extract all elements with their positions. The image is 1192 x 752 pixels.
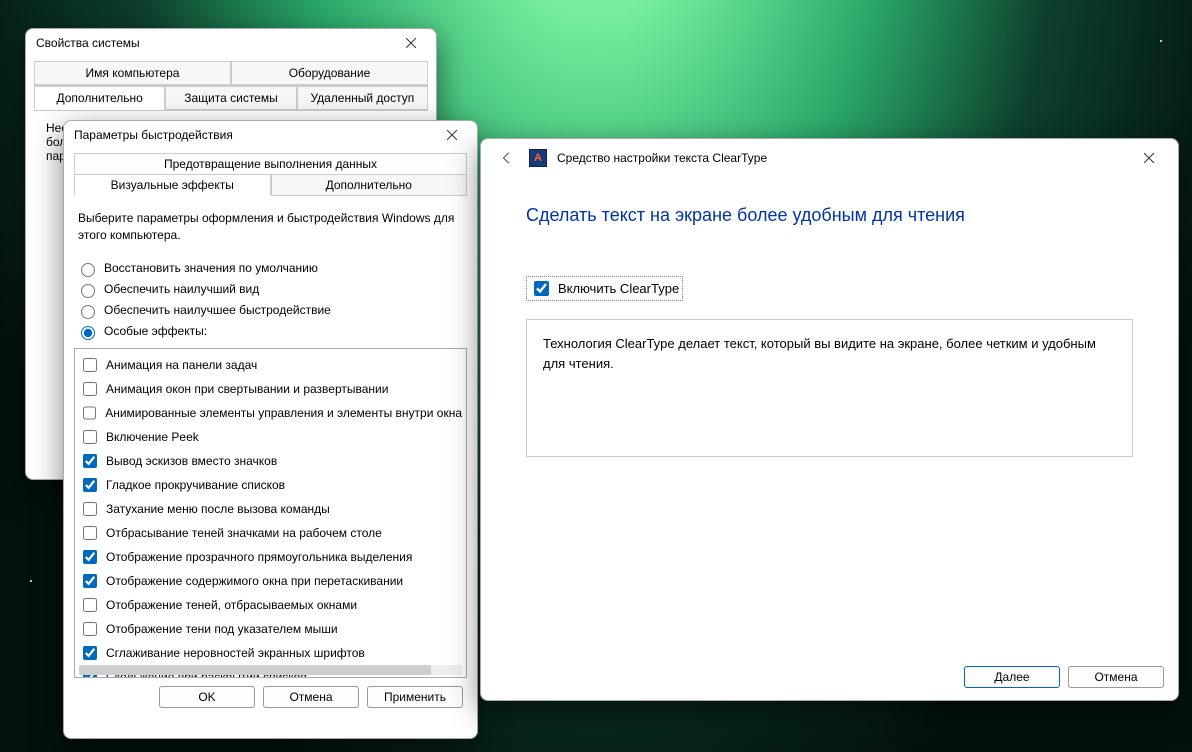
cancel-button[interactable]: Отмена — [1068, 666, 1164, 688]
cleartype-window: A Средство настройки текста ClearType Сд… — [480, 138, 1179, 701]
performance-options-title: Параметры быстродействия — [74, 128, 437, 142]
effect-item[interactable]: Затухание меню после вызова команды — [77, 497, 464, 521]
effect-item[interactable]: Отображение теней, отбрасываемых окнами — [77, 593, 464, 617]
radio-restore-defaults[interactable]: Восстановить значения по умолчанию — [74, 258, 467, 279]
desktop: Свойства системы Имя компьютера Оборудов… — [0, 0, 1192, 752]
back-button[interactable] — [495, 146, 519, 170]
next-button[interactable]: Далее — [964, 666, 1060, 688]
perf-description: Выберите параметры оформления и быстроде… — [78, 210, 463, 244]
radio-best-appearance[interactable]: Обеспечить наилучший вид — [74, 279, 467, 300]
radio-best-performance[interactable]: Обеспечить наилучшее быстродействие — [74, 300, 467, 321]
effect-label: Анимация на панели задач — [106, 358, 257, 372]
back-arrow-icon — [500, 151, 514, 165]
close-button[interactable] — [1134, 146, 1164, 170]
effect-label: Анимация окон при свертывании и разверты… — [106, 382, 388, 396]
effect-item[interactable]: Анимированные элементы управления и элем… — [77, 401, 464, 425]
effect-label: Сглаживание неровностей экранных шрифтов — [106, 646, 365, 660]
cleartype-header: Средство настройки текста ClearType — [557, 151, 767, 165]
horizontal-scrollbar[interactable] — [79, 665, 462, 675]
effect-item[interactable]: Включение Peek — [77, 425, 464, 449]
radio-custom[interactable]: Особые эффекты: — [74, 321, 467, 342]
effect-item[interactable]: Отображение тени под указателем мыши — [77, 617, 464, 641]
effects-list[interactable]: Анимация на панели задач Анимация окон пр… — [74, 348, 467, 678]
effect-item[interactable]: Отображение содержимого окна при перетас… — [77, 569, 464, 593]
effect-item[interactable]: Анимация на панели задач — [77, 353, 464, 377]
apply-button[interactable]: Применить — [367, 686, 463, 708]
tab-remote-access[interactable]: Удаленный доступ — [297, 86, 428, 110]
effect-label: Вывод эскизов вместо значков — [106, 454, 277, 468]
effect-item[interactable]: Анимация окон при свертывании и разверты… — [77, 377, 464, 401]
tab-advanced[interactable]: Дополнительно — [271, 175, 468, 196]
effect-label: Отображение содержимого окна при перетас… — [106, 574, 403, 588]
effect-label: Отображение прозрачного прямоугольника в… — [106, 550, 412, 564]
cleartype-heading: Сделать текст на экране более удобным дл… — [526, 205, 1133, 226]
enable-cleartype-checkbox[interactable]: Включить ClearType — [526, 276, 683, 301]
tab-system-protection[interactable]: Защита системы — [165, 86, 296, 110]
tab-dep[interactable]: Предотвращение выполнения данных — [74, 153, 467, 175]
close-icon — [406, 38, 416, 48]
effects-mode-radios: Восстановить значения по умолчанию Обесп… — [74, 258, 467, 342]
cleartype-description-box: Технология ClearType делает текст, котор… — [526, 319, 1133, 457]
close-button[interactable] — [437, 123, 467, 147]
tab-advanced[interactable]: Дополнительно — [34, 86, 165, 110]
tab-visual-effects[interactable]: Визуальные эффекты — [74, 175, 271, 196]
system-properties-title: Свойства системы — [36, 36, 396, 50]
effect-item[interactable]: Отображение прозрачного прямоугольника в… — [77, 545, 464, 569]
effect-item[interactable]: Гладкое прокручивание списков — [77, 473, 464, 497]
effect-label: Отображение тени под указателем мыши — [106, 622, 338, 636]
tab-computer-name[interactable]: Имя компьютера — [34, 61, 231, 85]
effect-label: Включение Peek — [106, 430, 199, 444]
performance-options-window: Параметры быстродействия Предотвращение … — [63, 120, 478, 739]
effect-item[interactable]: Отбрасывание теней значками на рабочем с… — [77, 521, 464, 545]
effect-label: Гладкое прокручивание списков — [106, 478, 285, 492]
ok-button[interactable]: OK — [159, 686, 255, 708]
cleartype-icon: A — [529, 149, 547, 167]
close-icon — [1144, 153, 1154, 163]
effect-label: Затухание меню после вызова команды — [106, 502, 330, 516]
close-button[interactable] — [396, 31, 426, 55]
cancel-button[interactable]: Отмена — [263, 686, 359, 708]
effect-label: Отображение теней, отбрасываемых окнами — [106, 598, 357, 612]
close-icon — [447, 130, 457, 140]
effect-item[interactable]: Сглаживание неровностей экранных шрифтов — [77, 641, 464, 665]
effect-label: Анимированные элементы управления и элем… — [105, 406, 462, 420]
effect-item[interactable]: Вывод эскизов вместо значков — [77, 449, 464, 473]
effect-label: Отбрасывание теней значками на рабочем с… — [106, 526, 382, 540]
tab-hardware[interactable]: Оборудование — [231, 61, 428, 85]
